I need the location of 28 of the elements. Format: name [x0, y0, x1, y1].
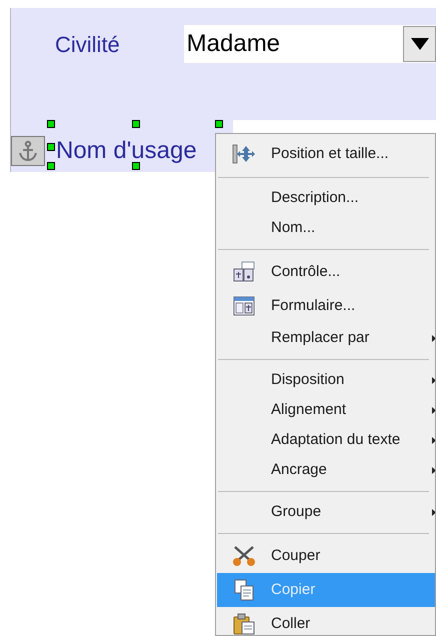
resize-handle[interactable] [47, 120, 55, 128]
menu-item[interactable]: Contrôle... [217, 255, 435, 289]
menu-item[interactable]: Formulaire... [217, 289, 435, 323]
field-label: Civilité [55, 30, 121, 58]
menu-item[interactable]: Remplacer par [217, 323, 435, 353]
menu-item[interactable]: Coller [217, 607, 435, 635]
menu-item[interactable]: Description... [217, 183, 435, 213]
menu-item[interactable]: Adaptation du texte [217, 425, 435, 455]
anchor-icon [11, 136, 45, 166]
resize-handle[interactable] [215, 120, 223, 128]
menu-item[interactable]: Disposition [217, 365, 435, 395]
menu-item[interactable]: Nom... [217, 213, 435, 243]
resize-handle[interactable] [132, 120, 140, 128]
resize-handle[interactable] [47, 143, 55, 151]
menu-item[interactable]: Couper [217, 539, 435, 573]
move-arrows-icon [232, 143, 256, 165]
scissors-icon [232, 545, 256, 567]
form-icon [233, 295, 255, 317]
resize-handle[interactable] [47, 162, 55, 170]
menu-item[interactable]: Groupe [217, 497, 435, 527]
resize-handle[interactable] [132, 162, 140, 170]
controls-icon [233, 261, 255, 283]
menu-item[interactable]: Ancrage [217, 455, 435, 485]
menu-item[interactable]: Position et taille... [217, 137, 435, 171]
menu-item[interactable]: Alignement [217, 395, 435, 425]
field-label: Nom d'usage [56, 136, 197, 166]
dropdown[interactable]: Madame [184, 25, 436, 63]
copy-icon [233, 579, 255, 601]
